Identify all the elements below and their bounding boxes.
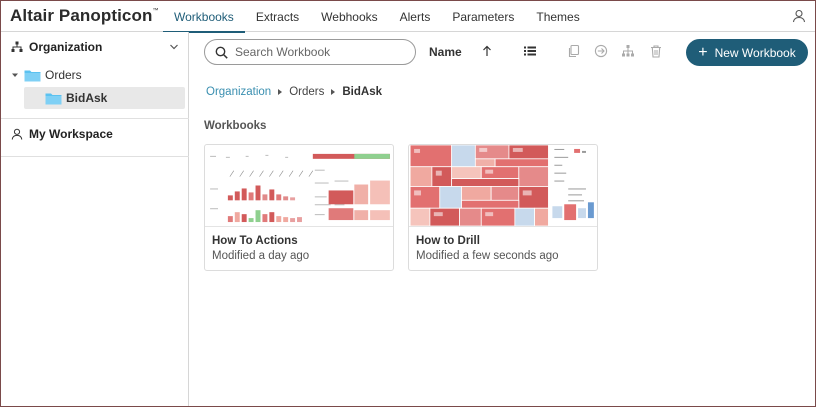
- workbook-thumbnail: [205, 145, 393, 227]
- tree-item-bidask[interactable]: BidAsk: [45, 87, 107, 109]
- sort-ascending-icon[interactable]: [480, 44, 494, 58]
- folder-icon: [24, 70, 41, 81]
- sidebar-organization-header[interactable]: Organization: [1, 32, 189, 62]
- top-bar: Altair Panopticon™ Workbooks Extracts We…: [1, 1, 815, 33]
- tab-themes[interactable]: Themes: [525, 1, 590, 32]
- chevron-down-icon[interactable]: [169, 42, 179, 52]
- workbook-modified: Modified a few seconds ago: [416, 250, 559, 262]
- main-tabs: Workbooks Extracts Webhooks Alerts Param…: [163, 1, 591, 33]
- breadcrumb-caret-icon: [331, 89, 336, 95]
- brand-logo: Altair Panopticon™: [10, 6, 159, 25]
- trash-icon[interactable]: [649, 44, 663, 58]
- search-icon: [215, 46, 228, 59]
- workbook-title: How To Actions: [212, 235, 298, 247]
- plus-icon: +: [698, 43, 708, 61]
- person-icon: [11, 128, 23, 140]
- folder-icon: [45, 93, 62, 104]
- copy-icon[interactable]: [567, 44, 581, 58]
- hierarchy-icon: [11, 41, 23, 52]
- tree-item-label: Orders: [45, 68, 82, 82]
- workbook-card-how-to-actions[interactable]: How To Actions Modified a day ago: [204, 144, 394, 271]
- app-window: Altair Panopticon™ Workbooks Extracts We…: [0, 0, 816, 407]
- search-box[interactable]: [204, 39, 416, 65]
- tab-alerts[interactable]: Alerts: [389, 1, 442, 32]
- tree-item-orders[interactable]: Orders: [10, 64, 82, 86]
- hierarchy-icon[interactable]: [621, 44, 635, 58]
- user-icon[interactable]: [792, 9, 806, 23]
- tree-item-label: BidAsk: [66, 91, 108, 105]
- tab-parameters[interactable]: Parameters: [441, 1, 525, 32]
- sort-field-button[interactable]: Name: [429, 45, 462, 59]
- sidebar-divider: [1, 156, 189, 157]
- breadcrumb-caret-icon: [278, 89, 283, 95]
- breadcrumb-bidask: BidAsk: [342, 86, 382, 98]
- workbook-thumbnail: [409, 145, 597, 227]
- breadcrumb-orders[interactable]: Orders: [289, 86, 324, 98]
- tab-extracts[interactable]: Extracts: [245, 1, 310, 32]
- search-input[interactable]: [235, 45, 395, 59]
- new-workbook-button[interactable]: + New Workbook: [686, 39, 808, 66]
- tab-webhooks[interactable]: Webhooks: [310, 1, 388, 32]
- workbook-modified: Modified a day ago: [212, 250, 310, 262]
- new-workbook-label: New Workbook: [714, 45, 796, 60]
- organization-label: Organization: [29, 40, 103, 54]
- my-workspace-label: My Workspace: [29, 127, 113, 141]
- list-view-icon[interactable]: [523, 44, 537, 58]
- sidebar-my-workspace[interactable]: My Workspace: [1, 119, 189, 149]
- workbook-card-how-to-drill[interactable]: How to Drill Modified a few seconds ago: [408, 144, 598, 271]
- workbook-title: How to Drill: [416, 235, 480, 247]
- move-icon[interactable]: [594, 44, 608, 58]
- main-content: Name + New Workbo: [190, 32, 815, 406]
- section-title: Workbooks: [204, 120, 267, 132]
- breadcrumb-organization[interactable]: Organization: [206, 86, 271, 98]
- breadcrumb: Organization Orders BidAsk: [206, 86, 382, 98]
- caret-down-icon[interactable]: [10, 70, 20, 80]
- sidebar: Organization Orders BidAsk My Workspace: [1, 32, 189, 406]
- tab-workbooks[interactable]: Workbooks: [163, 1, 245, 33]
